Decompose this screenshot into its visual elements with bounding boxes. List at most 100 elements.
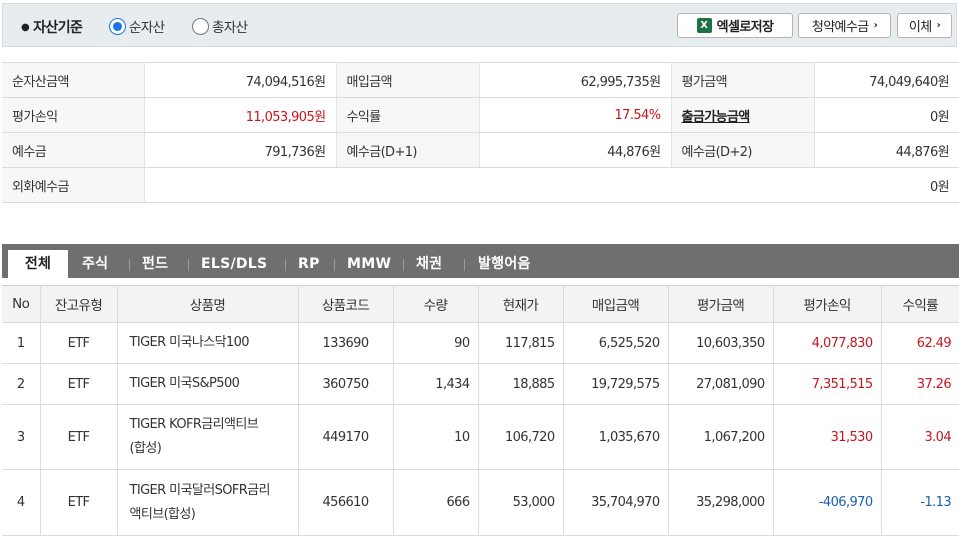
eval-amount-value: 74,049,640원 xyxy=(814,62,959,98)
cell-product-name: TIGER KOFR금리액티브 (합성) xyxy=(116,404,299,470)
cell-quantity: 666 xyxy=(392,469,479,536)
deposit-value: 791,736원 xyxy=(144,132,337,168)
cell-return-rate: -1.13 xyxy=(880,469,959,536)
col-header-current-price: 현재가 xyxy=(477,285,564,323)
radio-total-assets[interactable]: 총자산 xyxy=(192,16,248,36)
cell-product-code: 449170 xyxy=(297,404,394,470)
withdrawable-amount-link[interactable]: 출금가능금액 xyxy=(682,110,751,125)
cell-no: 1 xyxy=(2,322,41,364)
account-summary-table: 순자산금액 74,094,516원 매입금액 62,995,735원 평가금액 … xyxy=(2,62,959,203)
holdings-table: No 잔고유형 상품명 상품코드 수량 현재가 매입금액 평가금액 평가손익 수… xyxy=(2,285,959,536)
eval-pl-value: 11,053,905원 xyxy=(144,97,337,133)
table-row[interactable]: 1 ETF TIGER 미국나스닥100 133690 90 117,815 6… xyxy=(2,322,959,364)
tab-stock[interactable]: 주식 xyxy=(82,250,108,278)
cell-no: 3 xyxy=(2,404,41,470)
subscription-deposit-button[interactable]: 청약예수금 › xyxy=(798,13,891,38)
col-header-eval-amount: 평가금액 xyxy=(667,285,774,323)
tab-divider xyxy=(464,259,465,271)
radio-net-assets[interactable]: 순자산 xyxy=(109,16,165,36)
col-header-eval-pl: 평가손익 xyxy=(772,285,882,323)
tab-els-dls[interactable]: ELS/DLS xyxy=(201,250,267,278)
eval-amount-label: 평가금액 xyxy=(671,62,815,98)
radio-unselected-icon[interactable] xyxy=(192,17,209,35)
tab-issued-note[interactable]: 발행어음 xyxy=(478,250,531,278)
tab-divider xyxy=(334,259,335,271)
cell-type: ETF xyxy=(39,322,118,364)
cell-purchase-amount: 19,729,575 xyxy=(562,363,669,405)
cell-product-name: TIGER 미국S&P500 xyxy=(116,363,299,405)
cell-current-price: 106,720 xyxy=(477,404,564,470)
excel-icon: X xyxy=(696,18,712,33)
cell-eval-pl: 7,351,515 xyxy=(772,363,882,405)
chevron-right-icon: › xyxy=(873,20,878,31)
cell-product-code: 133690 xyxy=(297,322,394,364)
cell-type: ETF xyxy=(39,404,118,470)
cell-no: 4 xyxy=(2,469,41,536)
cell-quantity: 1,434 xyxy=(392,363,479,405)
summary-row: 예수금 791,736원 예수금(D+1) 44,876원 예수금(D+2) 4… xyxy=(2,132,959,168)
summary-row: 순자산금액 74,094,516원 매입금액 62,995,735원 평가금액 … xyxy=(2,62,959,98)
summary-row: 외화예수금 0원 xyxy=(2,167,959,203)
holdings-header-row: No 잔고유형 상품명 상품코드 수량 현재가 매입금액 평가금액 평가손익 수… xyxy=(2,285,959,323)
cell-eval-amount: 35,298,000 xyxy=(667,469,774,536)
fx-deposit-value: 0원 xyxy=(144,167,959,203)
net-asset-label: 순자산금액 xyxy=(2,62,145,98)
cell-type: ETF xyxy=(39,469,118,536)
cell-return-rate: 3.04 xyxy=(880,404,959,470)
tab-rp[interactable]: RP xyxy=(298,250,320,278)
cell-return-rate: 62.49 xyxy=(880,322,959,364)
deposit-d1-value: 44,876원 xyxy=(479,132,672,168)
tab-divider xyxy=(403,259,404,271)
tab-bond[interactable]: 채권 xyxy=(416,250,442,278)
purchase-amount-label: 매입금액 xyxy=(336,62,480,98)
cell-eval-amount: 10,603,350 xyxy=(667,322,774,364)
cell-purchase-amount: 1,035,670 xyxy=(562,404,669,470)
withdrawable-amount-value: 0원 xyxy=(814,97,959,133)
purchase-amount-value: 62,995,735원 xyxy=(479,62,672,98)
table-row[interactable]: 4 ETF TIGER 미국달러SOFR금리 액티브(합성) 456610 66… xyxy=(2,469,959,536)
bullet-icon: ● xyxy=(21,22,30,33)
cell-purchase-amount: 6,525,520 xyxy=(562,322,669,364)
table-row[interactable]: 2 ETF TIGER 미국S&P500 360750 1,434 18,885… xyxy=(2,363,959,405)
cell-current-price: 117,815 xyxy=(477,322,564,364)
cell-no: 2 xyxy=(2,363,41,405)
eval-pl-label: 평가손익 xyxy=(2,97,145,133)
radio-total-assets-label: 총자산 xyxy=(212,20,248,36)
cell-current-price: 53,000 xyxy=(477,469,564,536)
cell-eval-pl: 4,077,830 xyxy=(772,322,882,364)
cell-type: ETF xyxy=(39,363,118,405)
cell-return-rate: 37.26 xyxy=(880,363,959,405)
asset-basis-title: ● 자산기준 xyxy=(21,20,83,36)
cell-quantity: 10 xyxy=(392,404,479,470)
chevron-right-icon: › xyxy=(936,20,941,31)
col-header-product-code: 상품코드 xyxy=(297,285,394,323)
tab-fund[interactable]: 펀드 xyxy=(142,250,168,278)
return-rate-value: 17.54% xyxy=(479,97,672,133)
deposit-d1-label: 예수금(D+1) xyxy=(336,132,480,168)
tab-all[interactable]: 전체 xyxy=(8,250,68,278)
deposit-d2-value: 44,876원 xyxy=(814,132,959,168)
col-header-return-rate: 수익률 xyxy=(880,285,959,323)
col-header-quantity: 수량 xyxy=(392,285,479,323)
col-header-purchase-amount: 매입금액 xyxy=(562,285,669,323)
cell-product-code: 360750 xyxy=(297,363,394,405)
cell-eval-pl: 31,530 xyxy=(772,404,882,470)
radio-selected-icon[interactable] xyxy=(109,17,126,35)
cell-current-price: 18,885 xyxy=(477,363,564,405)
deposit-d2-label: 예수금(D+2) xyxy=(671,132,815,168)
col-header-type: 잔고유형 xyxy=(39,285,118,323)
col-header-no: No xyxy=(2,285,41,323)
cell-eval-amount: 1,067,200 xyxy=(667,404,774,470)
excel-export-button[interactable]: X 엑셀로저장 xyxy=(677,13,793,38)
summary-row: 평가손익 11,053,905원 수익률 17.54% 출금가능금액 0원 xyxy=(2,97,959,133)
cell-product-code: 456610 xyxy=(297,469,394,536)
cell-product-name: TIGER 미국나스닥100 xyxy=(116,322,299,364)
cell-eval-amount: 27,081,090 xyxy=(667,363,774,405)
table-row[interactable]: 3 ETF TIGER KOFR금리액티브 (합성) 449170 10 106… xyxy=(2,404,959,470)
fx-deposit-label: 외화예수금 xyxy=(2,167,145,203)
cell-quantity: 90 xyxy=(392,322,479,364)
tab-mmw[interactable]: MMW xyxy=(347,250,391,278)
transfer-button[interactable]: 이체 › xyxy=(897,13,952,38)
radio-net-assets-label: 순자산 xyxy=(129,20,165,36)
product-tab-bar: 전체 주식 펀드 ELS/DLS RP MMW 채권 발행어음 xyxy=(2,244,959,278)
